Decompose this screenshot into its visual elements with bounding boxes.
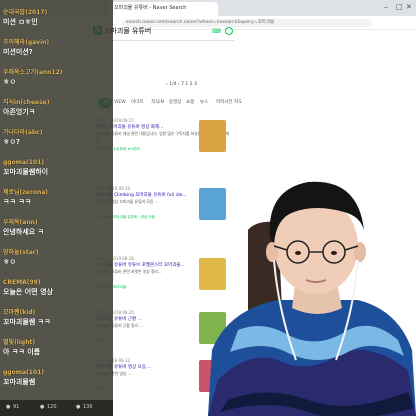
chat-username[interactable]: 주의해라(gavin) xyxy=(3,38,111,47)
chat-overlay: 순대국밥(2017) 미션 ㅁㅎ인주의해라(gavin) 미션미션? 우래옥소고기(a… xyxy=(0,0,113,416)
chat-message: ggoma(101) 꼬마괴물쌤하이 xyxy=(3,158,111,178)
filter-tab[interactable]: VIEW xyxy=(114,98,126,108)
chat-text: 오늘은 어떤 영상 xyxy=(3,288,53,296)
chat-text: 꼬마괴물쌤 xyxy=(3,378,36,386)
chat-username[interactable]: 우래옥소고기(ann12) xyxy=(3,68,111,77)
tab-title: 꼬마괴물 유튜버 - Naver Search xyxy=(114,5,187,11)
chat-message: 순대국밥(2017) 미션 ㅁㅎ인 xyxy=(3,8,111,28)
followers-count: 120 xyxy=(47,404,57,410)
chat-username[interactable]: ggoma(101) xyxy=(3,158,111,167)
chat-username[interactable]: ggoma(101) xyxy=(3,368,111,377)
chat-text: ㅎㅇ? xyxy=(3,138,20,146)
chat-message: 별빛(light) 아 ㅋㅋ 이름 xyxy=(3,338,111,358)
chat-username[interactable]: 밤하늘(star) xyxy=(3,248,111,257)
filter-tab[interactable]: 지도 xyxy=(234,98,242,108)
webcam-overlay xyxy=(208,181,416,416)
chat-message: 우래옥(ann) 안녕하세요 ㅋ xyxy=(3,218,111,238)
chat-text: 꼬마괴물쌤 ㅋㅋ xyxy=(3,318,51,326)
chat-message: 주의해라(gavin) 미션미션? xyxy=(3,38,111,58)
chat-text: 미션미션? xyxy=(3,48,33,56)
maximize-icon[interactable]: □ xyxy=(396,3,403,11)
chat-message: 우래옥소고기(ann12) ㅎㅇ xyxy=(3,68,111,88)
chat-text: 아존엉기ㅋ xyxy=(3,108,36,116)
filter-tab[interactable]: 어학사전 xyxy=(216,98,233,108)
chat-message: 지식in(cheese) 아존엉기ㅋ xyxy=(3,98,111,118)
chat-text: 미션 ㅁㅎ인 xyxy=(3,18,38,26)
browser-tab[interactable]: 꼬마괴물 유튜버 - Naver Search xyxy=(108,2,218,16)
chat-message: ggoma(101) 꼬마괴물쌤 xyxy=(3,368,111,388)
filter-tab[interactable]: 지식iN xyxy=(151,98,164,108)
minimize-icon[interactable]: – xyxy=(384,3,388,11)
followers-icon: ● xyxy=(40,404,45,410)
chat-username[interactable]: 꼬마팬(kid) xyxy=(3,308,111,317)
chat-message: 꼬마팬(kid) 꼬마괴물쌤 ㅋㅋ xyxy=(3,308,111,328)
chat-text: 안녕하세요 ㅋ xyxy=(3,228,45,236)
likes-count: 136 xyxy=(83,404,93,410)
viewers-icon: ● xyxy=(6,404,11,410)
filter-tab[interactable]: 이미지 xyxy=(131,98,143,108)
chat-text: ㅎㅇ xyxy=(3,78,16,86)
keyboard-icon[interactable]: ⌨ xyxy=(212,28,221,35)
chat-message: 가나다라(abc) ㅎㅇ? xyxy=(3,128,111,148)
chat-username[interactable]: CREMA(99) xyxy=(3,278,111,287)
chat-text: 아 ㅋㅋ 이름 xyxy=(3,348,41,356)
chat-message: 밤하늘(star) ㅎㅇ xyxy=(3,248,111,268)
chat-username[interactable]: 별빛(light) xyxy=(3,338,111,347)
filter-tabs: 전체VIEW이미지지식iN동영상쇼핑뉴스어학사전지도 xyxy=(96,98,246,110)
search-underline xyxy=(104,40,234,41)
chat-username[interactable]: 우래옥(ann) xyxy=(3,218,111,227)
chat-username[interactable]: 지식in(cheese) xyxy=(3,98,111,107)
chat-username[interactable]: 가나다라(abc) xyxy=(3,128,111,137)
ranking-nav[interactable]: ‹ 1/4 › 7 1 2 3 xyxy=(166,82,197,87)
close-icon[interactable]: ✕ xyxy=(406,3,412,11)
chat-text: 꼬마괴물쌤하이 xyxy=(3,168,49,176)
filter-tab[interactable]: 동영상 xyxy=(169,98,181,108)
chat-username[interactable]: 순대국밥(2017) xyxy=(3,8,111,17)
likes-icon: ● xyxy=(76,404,81,410)
chat-message: CREMA(99) 오늘은 어떤 영상 xyxy=(3,278,111,298)
chat-text: ㅋㅋ ㅋㅋ xyxy=(3,198,32,206)
filter-tab[interactable]: 뉴스 xyxy=(200,98,208,108)
chat-footer: ● 91 ● 120 ● 136 xyxy=(0,400,113,416)
chat-username[interactable]: 제로님(zerona) xyxy=(3,188,111,197)
result-thumbnail[interactable] xyxy=(199,120,226,152)
viewers-count: 91 xyxy=(13,404,20,410)
chat-message: 제로님(zerona) ㅋㅋ ㅋㅋ xyxy=(3,188,111,208)
chat-text: ㅎㅇ xyxy=(3,258,16,266)
search-icon[interactable] xyxy=(225,27,233,35)
filter-tab[interactable]: 쇼핑 xyxy=(186,98,194,108)
